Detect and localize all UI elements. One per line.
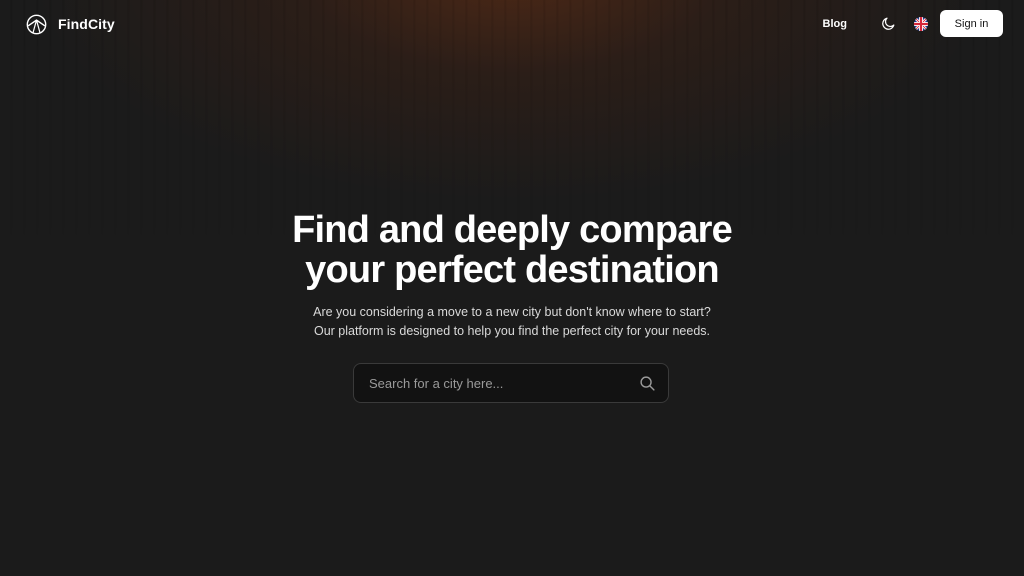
city-search-input[interactable]	[369, 364, 629, 402]
mountain-circle-logo-icon	[26, 14, 47, 34]
nav-actions: Blog Sign in	[823, 10, 1003, 37]
hero-subtitle-line-1: Are you considering a move to a new city…	[313, 305, 711, 319]
hero-title-line-2: your perfect destination	[305, 249, 719, 291]
language-selector[interactable]	[914, 16, 928, 31]
uk-flag-icon	[914, 16, 928, 31]
hero-section: Find and deeply compare your perfect des…	[0, 210, 1024, 341]
search-icon[interactable]	[639, 375, 656, 392]
brand-home-link[interactable]: FindCity	[26, 13, 115, 35]
hero-title: Find and deeply compare your perfect des…	[0, 210, 1024, 290]
brand-name: FindCity	[58, 16, 115, 32]
blog-link[interactable]: Blog	[823, 18, 847, 30]
city-search-box	[353, 363, 669, 403]
hero-subtitle: Are you considering a move to a new city…	[0, 303, 1024, 341]
hero-subtitle-line-2: Our platform is designed to help you fin…	[313, 324, 711, 338]
sign-in-button[interactable]: Sign in	[940, 10, 1003, 37]
theme-toggle-button[interactable]	[879, 15, 897, 33]
landing-page: FindCity Blog Sign in Find and deeply co…	[0, 0, 1024, 576]
top-navbar: FindCity Blog Sign in	[0, 0, 1024, 48]
moon-icon	[881, 17, 894, 30]
hero-title-line-1: Find and deeply compare	[292, 209, 733, 251]
